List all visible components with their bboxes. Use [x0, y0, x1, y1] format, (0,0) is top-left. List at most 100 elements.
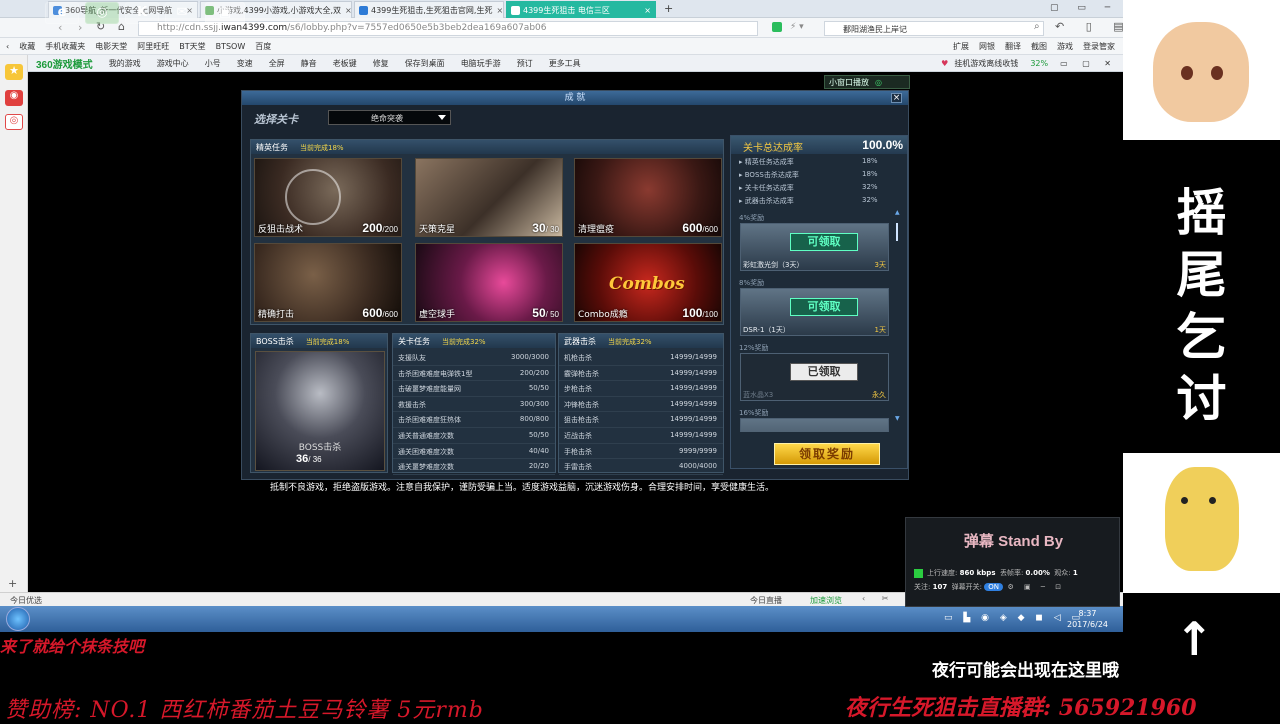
claim-all-button[interactable]: 领取奖励 [774, 443, 880, 465]
url-dropdown-icon[interactable]: ⚡ ▾ [790, 22, 804, 32]
taskbar-360-icon[interactable]: ◎ [85, 2, 119, 24]
bank-button[interactable]: 网银 [979, 41, 995, 52]
accel-browse[interactable]: 加速浏览 [810, 595, 842, 606]
claim-reward-button[interactable]: 可领取 [790, 233, 858, 251]
card-progress: 30/ 30 [532, 221, 559, 235]
table-row: 手枪击杀 9999/9999 [559, 444, 723, 460]
weibo-icon[interactable]: ◉ [5, 90, 23, 106]
achievement-card[interactable]: 虚空球手 50/ 50 [415, 243, 563, 322]
table-row: 击破噩梦难度能量网 50/50 [393, 381, 555, 397]
achievement-card[interactable]: 清理瘟疫 600/600 [574, 158, 722, 237]
secure-icon [772, 22, 782, 32]
claim-reward-button[interactable]: 可领取 [790, 298, 858, 316]
overlay-note-text: 夜行可能会出现在这里哦 [932, 661, 1119, 681]
new-tab-icon[interactable]: + [664, 2, 673, 15]
browser-tab-ssjj-game[interactable]: 4399生死狙击 电信三区 × [506, 1, 656, 18]
stage-select-label: 选择关卡 [254, 114, 298, 126]
danmaku-stats: 上行速度: 860 kbps 丢帧率: 0.00% 观众: 1 [914, 568, 1078, 578]
taskbar-ie-icon[interactable]: e [45, 2, 79, 24]
search-input[interactable]: 鄱阳湖渔民上岸记 [824, 21, 1044, 36]
translate-button[interactable]: 翻译 [1005, 41, 1021, 52]
mini-window-button[interactable]: 小窗口播放 ◎ [824, 75, 910, 89]
taskbar-clock[interactable]: 8:37 2017/6/24 [1060, 608, 1115, 630]
bookmark-bar: ‹ 收藏 手机收藏夹 电影天堂 阿里旺旺 BT天堂 BTSOW 百度 扩展 网银… [0, 38, 1123, 55]
reward-slot: 4%奖励 可领取 彩虹激光剑（3天） 3天 [739, 213, 889, 271]
achievement-card[interactable]: Combos Combo成瘾 100/100 [574, 243, 722, 322]
scroll-down-icon[interactable]: ▼ [895, 415, 900, 422]
sidebar-add-icon[interactable]: + [8, 577, 17, 590]
today-live[interactable]: 今日直播 [750, 595, 782, 606]
total-rate: 100.0% [862, 138, 903, 152]
gamebar-my-games[interactable]: 我的游戏 [101, 58, 149, 69]
tab-close-icon[interactable]: × [341, 6, 351, 15]
table-row: 狙击枪击杀 14999/14999 [559, 412, 723, 428]
forward-icon[interactable]: › [78, 21, 82, 34]
achievement-card[interactable]: 反狙击战术 200/200 [254, 158, 402, 237]
ext-button[interactable]: 扩展 [953, 41, 969, 52]
gamebar-game-center[interactable]: 游戏中心 [149, 58, 197, 69]
stat-row: ▸ 武器击杀达成率 32% [739, 196, 878, 205]
today-picks[interactable]: 今日优选 [10, 595, 42, 606]
home-icon[interactable]: ⌂ [118, 20, 125, 33]
bookmark-toggle-icon[interactable]: ‹ [6, 42, 9, 51]
gamebar-repair[interactable]: 修复 [365, 58, 397, 69]
reward-scrollbar[interactable]: ▲ ▼ [894, 209, 900, 423]
reward-item-image: 已领取 蓝水晶X3 永久 [740, 353, 889, 401]
gamebar-mute[interactable]: 静音 [293, 58, 325, 69]
browser-sidebar [0, 55, 28, 595]
dialog-title: 成 就 [242, 91, 908, 105]
health-notice: 抵制不良游戏，拒绝盗版游戏。注意自我保护，谨防受骗上当。适度游戏益脑，沉迷游戏伤… [270, 483, 775, 493]
chevron-down-icon [438, 115, 446, 120]
bookmark-mobile[interactable]: 手机收藏夹 [45, 41, 85, 52]
tab-favicon [511, 5, 520, 15]
game-mode-brand: 360游戏模式 [36, 59, 93, 71]
gamebar-mobile-games[interactable]: 电脑玩手游 [453, 58, 509, 69]
search-icon[interactable]: ⌕ [1034, 21, 1040, 32]
login-manager-button[interactable]: 登录管家 [1083, 41, 1115, 52]
scroll-thumb[interactable] [896, 223, 898, 241]
gamebar-idle-earn[interactable]: 挂机游戏离线收钱 [948, 58, 1024, 69]
star-icon[interactable]: ★ [5, 64, 23, 80]
achievement-card[interactable]: 天策克星 30/ 30 [415, 158, 563, 237]
gamebar-fullscreen[interactable]: 全屏 [261, 58, 293, 69]
tab-close-icon[interactable]: × [640, 6, 651, 15]
combos-logo: Combos [609, 274, 685, 294]
stat-row: ▸ 精英任务达成率 18% [739, 157, 878, 166]
gamebar-speed[interactable]: 变速 [229, 58, 261, 69]
doge-body [1165, 467, 1239, 571]
weapon-header: 武器击杀 当前完成32% [559, 334, 723, 348]
table-row: 冲锋枪击杀 14999/14999 [559, 397, 723, 413]
dialog-close-button[interactable]: × [891, 93, 902, 103]
stage-select[interactable]: 绝命突袭 [328, 110, 451, 125]
gamebar-boss-key[interactable]: 老板键 [325, 58, 365, 69]
gamebar-window-icons[interactable]: ▭ ▢ ✕ [1054, 59, 1123, 68]
settings-icons[interactable]: ⚙ ▣ ─ ⊡ [1007, 583, 1065, 591]
browser-tab-ssjj-official[interactable]: 4399生死狙击,生死狙击官网,生死 × [354, 1, 504, 18]
bookmark-aliwangwang[interactable]: 阿里旺旺 [137, 41, 169, 52]
bookmark-baidu[interactable]: 百度 [255, 41, 271, 52]
stat-row: ▸ 关卡任务达成率 32% [739, 183, 878, 192]
taskbar-k-icon[interactable]: K [125, 2, 159, 24]
pin-icon[interactable]: ◎ [5, 114, 23, 130]
screenshot-button[interactable]: 截图 [1031, 41, 1047, 52]
bookmark-movie[interactable]: 电影天堂 [95, 41, 127, 52]
scroll-up-icon[interactable]: ▲ [895, 209, 900, 216]
bookmark-btsow[interactable]: BTSOW [216, 42, 246, 51]
danmaku-toggle[interactable]: ON [984, 583, 1004, 591]
games-button[interactable]: 游戏 [1057, 41, 1073, 52]
gamebar-more-tools[interactable]: 更多工具 [541, 58, 589, 69]
achievement-card[interactable]: 精确打击 600/600 [254, 243, 402, 322]
stage-task-list: 支援队友 3000/3000 击杀困难难度电弹铁1型 200/200 击破噩梦难度能… [393, 350, 555, 475]
bookmark-favorites[interactable]: 收藏 [19, 41, 35, 52]
doge-eye [1181, 497, 1188, 504]
gamebar-save-desktop[interactable]: 保存到桌面 [397, 58, 453, 69]
bookmark-bt[interactable]: BT天堂 [179, 41, 205, 52]
gamebar-alt-account[interactable]: 小号 [197, 58, 229, 69]
stage-tasks-panel: 关卡任务 当前完成32% 支援队友 3000/3000 击杀困难难度电弹铁1型 200… [392, 333, 556, 475]
taskbar-app-icon[interactable]: ✉ [165, 2, 199, 24]
card-progress: 100/100 [682, 306, 718, 320]
taskbar-active-icon[interactable]: ▣ [205, 2, 245, 24]
tab-close-icon[interactable]: × [492, 6, 503, 15]
start-button[interactable] [6, 607, 30, 631]
gamebar-reserve[interactable]: 预订 [509, 58, 541, 69]
